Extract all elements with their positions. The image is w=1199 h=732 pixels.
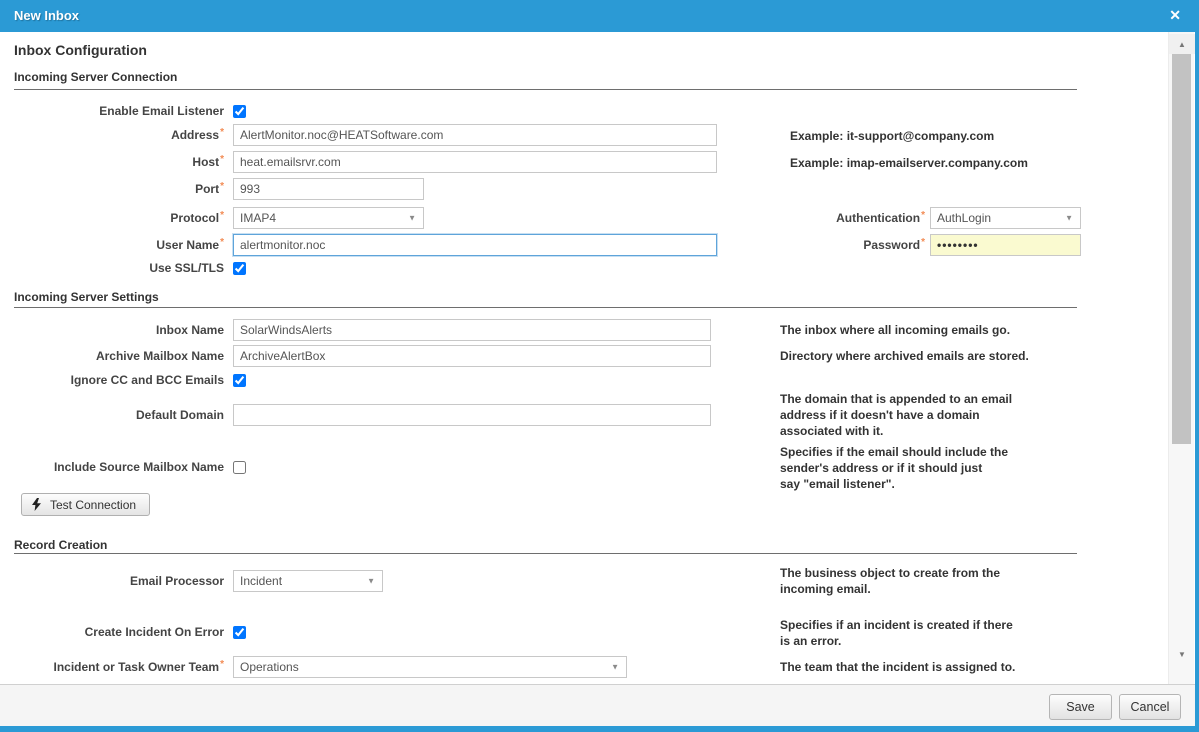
- include-source-mailbox-help: Specifies if the email should include th…: [780, 444, 1008, 492]
- email-processor-label: Email Processor: [0, 574, 224, 588]
- use-ssl-checkbox[interactable]: [233, 262, 246, 275]
- password-input[interactable]: [930, 234, 1081, 256]
- scroll-down-icon[interactable]: ▼: [1169, 644, 1195, 664]
- create-incident-on-error-checkbox[interactable]: [233, 626, 246, 639]
- dialog-titlebar: New Inbox ✕: [0, 0, 1199, 32]
- required-marker: *: [220, 659, 224, 670]
- include-source-mailbox-label: Include Source Mailbox Name: [0, 460, 224, 474]
- section-title-record-creation: Record Creation: [14, 538, 107, 552]
- ignore-cc-bcc-checkbox[interactable]: [233, 374, 246, 387]
- host-input[interactable]: [233, 151, 717, 173]
- enable-email-listener-label: Enable Email Listener: [0, 104, 224, 118]
- email-processor-help: The business object to create from the i…: [780, 565, 1000, 597]
- chevron-down-icon: ▼: [1065, 213, 1073, 222]
- inbox-name-label: Inbox Name: [0, 323, 224, 337]
- owner-team-help: The team that the incident is assigned t…: [780, 659, 1015, 675]
- inbox-name-input[interactable]: [233, 319, 711, 341]
- save-button[interactable]: Save: [1049, 694, 1112, 720]
- scroll-up-icon[interactable]: ▲: [1169, 34, 1195, 54]
- user-name-label: User Name*: [0, 238, 224, 254]
- host-label: Host*: [0, 155, 224, 171]
- test-connection-label: Test Connection: [50, 498, 136, 512]
- email-processor-select-value: Incident: [240, 574, 282, 588]
- address-example-text: Example: it-support@company.com: [790, 128, 994, 144]
- owner-team-select[interactable]: Operations ▼: [233, 656, 627, 678]
- archive-mailbox-input[interactable]: [233, 345, 711, 367]
- vertical-scrollbar[interactable]: ▲ ▼: [1168, 32, 1194, 684]
- protocol-select[interactable]: IMAP4 ▼: [233, 207, 424, 229]
- owner-team-select-value: Operations: [240, 660, 299, 674]
- required-marker: *: [220, 210, 224, 221]
- section-divider: [14, 553, 1077, 554]
- protocol-label: Protocol*: [0, 211, 224, 227]
- owner-team-label: Incident or Task Owner Team*: [0, 660, 224, 676]
- required-marker: *: [220, 127, 224, 138]
- ignore-cc-bcc-label: Ignore CC and BCC Emails: [0, 373, 224, 387]
- address-label: Address*: [0, 128, 224, 144]
- chevron-down-icon: ▼: [611, 662, 619, 671]
- cancel-button[interactable]: Cancel: [1119, 694, 1181, 720]
- section-title-incoming-server-connection: Incoming Server Connection: [14, 70, 177, 84]
- new-inbox-dialog: New Inbox ✕ Inbox Configuration Incoming…: [0, 0, 1199, 732]
- email-processor-select[interactable]: Incident ▼: [233, 570, 383, 592]
- test-connection-button[interactable]: Test Connection: [21, 493, 150, 516]
- required-marker: *: [921, 237, 925, 248]
- authentication-select-value: AuthLogin: [937, 211, 991, 225]
- enable-email-listener-checkbox[interactable]: [233, 105, 246, 118]
- section-divider: [14, 89, 1077, 90]
- default-domain-label: Default Domain: [0, 408, 224, 422]
- include-source-mailbox-checkbox[interactable]: [233, 461, 246, 474]
- section-title-incoming-server-settings: Incoming Server Settings: [14, 290, 159, 304]
- port-input[interactable]: [233, 178, 424, 200]
- authentication-select[interactable]: AuthLogin ▼: [930, 207, 1081, 229]
- dialog-bottom-border: [0, 726, 1199, 732]
- archive-mailbox-help: Directory where archived emails are stor…: [780, 348, 1029, 364]
- page-title: Inbox Configuration: [14, 42, 147, 58]
- port-label: Port*: [0, 182, 224, 198]
- use-ssl-label: Use SSL/TLS: [0, 261, 224, 275]
- inbox-name-help: The inbox where all incoming emails go.: [780, 322, 1010, 338]
- default-domain-help: The domain that is appended to an email …: [780, 391, 1012, 439]
- archive-mailbox-label: Archive Mailbox Name: [0, 349, 224, 363]
- required-marker: *: [220, 237, 224, 248]
- create-incident-on-error-label: Create Incident On Error: [0, 625, 224, 639]
- create-incident-on-error-help: Specifies if an incident is created if t…: [780, 617, 1013, 649]
- required-marker: *: [921, 210, 925, 221]
- chevron-down-icon: ▼: [367, 576, 375, 585]
- user-name-input[interactable]: [233, 234, 717, 256]
- chevron-down-icon: ▼: [408, 213, 416, 222]
- section-divider: [14, 307, 1077, 308]
- address-input[interactable]: [233, 124, 717, 146]
- host-example-text: Example: imap-emailserver.company.com: [790, 155, 1028, 171]
- scrollbar-thumb[interactable]: [1172, 54, 1191, 444]
- password-label: Password*: [700, 238, 925, 254]
- required-marker: *: [220, 181, 224, 192]
- protocol-select-value: IMAP4: [240, 211, 276, 225]
- authentication-label: Authentication*: [700, 211, 925, 227]
- required-marker: *: [220, 154, 224, 165]
- lightning-icon: [32, 498, 41, 511]
- dialog-footer: Save Cancel: [0, 684, 1199, 726]
- default-domain-input[interactable]: [233, 404, 711, 426]
- dialog-title: New Inbox: [14, 8, 79, 23]
- close-icon[interactable]: ✕: [1169, 7, 1181, 23]
